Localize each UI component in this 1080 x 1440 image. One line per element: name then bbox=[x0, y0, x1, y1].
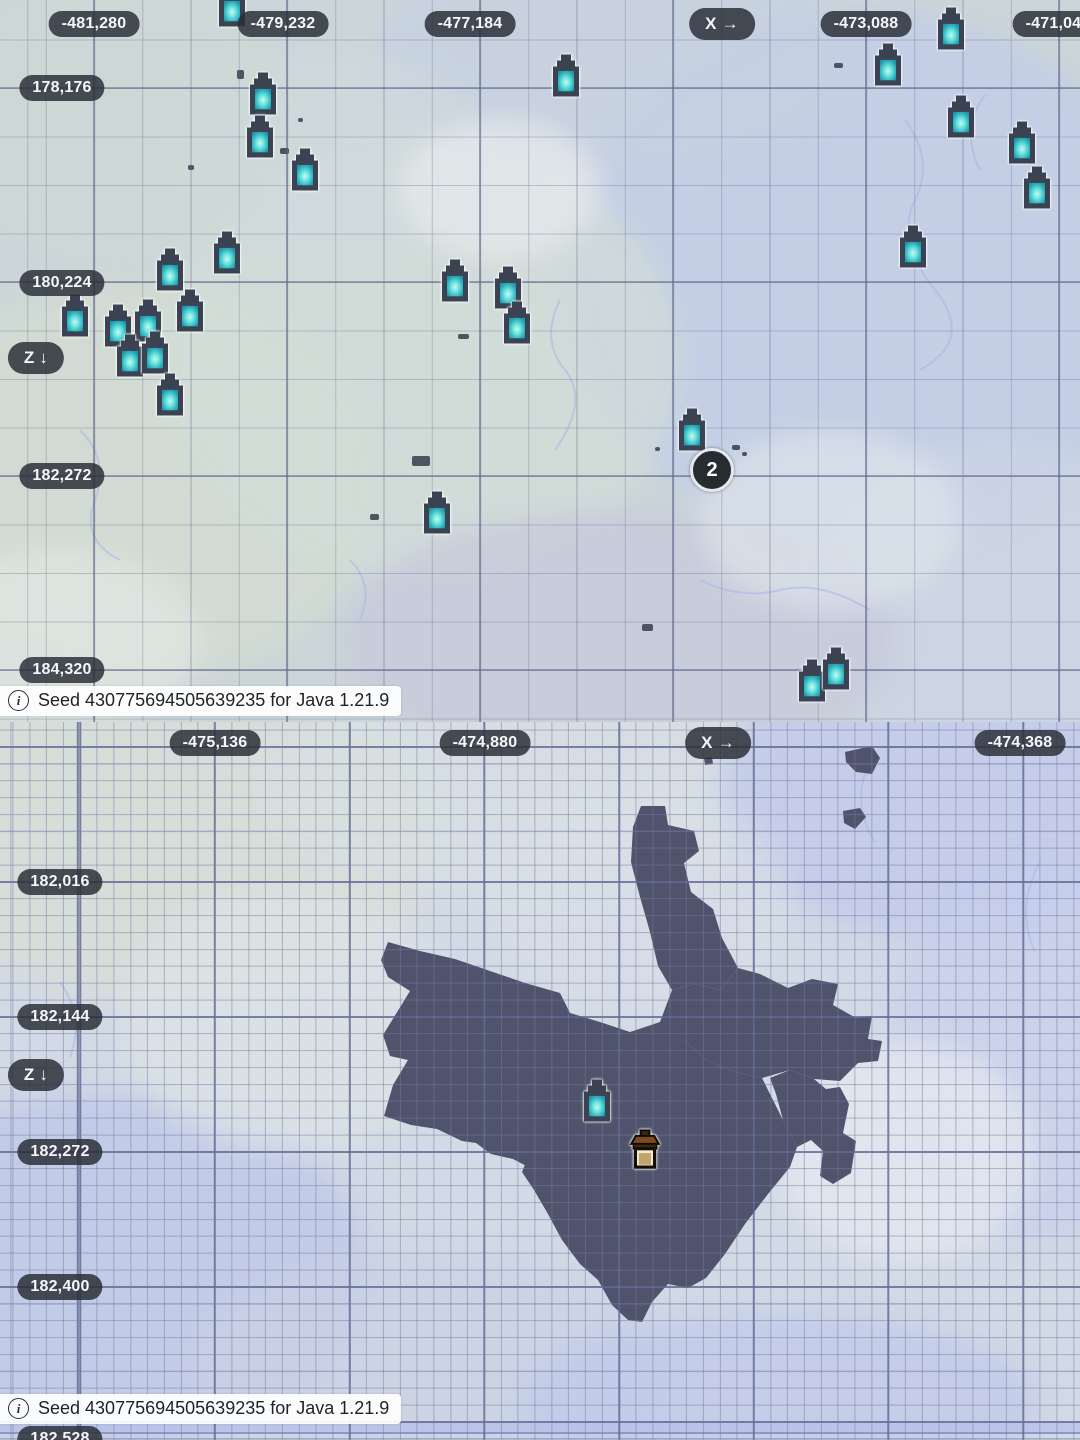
z-coordinate-label: 182,400 bbox=[17, 1274, 102, 1300]
x-coordinate-label: -481,280 bbox=[49, 11, 140, 37]
z-coordinate-label: 182,272 bbox=[17, 1139, 102, 1165]
z-axis-direction-pill: Z ↓ bbox=[8, 342, 64, 374]
x-coordinate-label: -471,040 bbox=[1013, 11, 1080, 37]
x-coordinate-label: -479,232 bbox=[238, 11, 329, 37]
x-axis-direction-pill: X → bbox=[689, 8, 755, 40]
z-coordinate-label: 184,320 bbox=[19, 657, 104, 683]
seed-info-bar: i Seed 430775694505639235 for Java 1.21.… bbox=[0, 1394, 401, 1424]
seed-info-bar: i Seed 430775694505639235 for Java 1.21.… bbox=[0, 686, 401, 716]
z-coordinate-label: 180,224 bbox=[19, 270, 104, 296]
seed-info-text: Seed 430775694505639235 for Java 1.21.9 bbox=[38, 690, 389, 711]
z-coordinate-label: 178,176 bbox=[19, 75, 104, 101]
seed-map-app: 2 -481,280-479,232-477,184-473,088-471,0… bbox=[0, 0, 1080, 1440]
x-coordinate-label: -477,184 bbox=[425, 11, 516, 37]
x-coordinate-label: -474,368 bbox=[975, 730, 1066, 756]
info-icon[interactable]: i bbox=[8, 1398, 29, 1419]
coordinate-labels-layer: -481,280 -479,232 -477,184 -473,088 -471,040… bbox=[0, 0, 1080, 722]
map-detail-panel[interactable]: -475,136 -474,880 -474,368 182,016 182,144 18… bbox=[0, 722, 1080, 1440]
coordinate-labels-layer: -475,136 -474,880 -474,368 182,016 182,144 18… bbox=[0, 722, 1080, 1440]
x-coordinate-label: -473,088 bbox=[821, 11, 912, 37]
x-coordinate-label: -474,880 bbox=[440, 730, 531, 756]
z-coordinate-label: 182,016 bbox=[17, 869, 102, 895]
z-axis-direction-pill: Z ↓ bbox=[8, 1059, 64, 1091]
z-coordinate-label: 182,272 bbox=[19, 463, 104, 489]
z-coordinate-label: 182,528 bbox=[17, 1426, 102, 1440]
seed-info-text: Seed 430775694505639235 for Java 1.21.9 bbox=[38, 1398, 389, 1419]
x-coordinate-label: -475,136 bbox=[170, 730, 261, 756]
info-icon[interactable]: i bbox=[8, 690, 29, 711]
z-coordinate-label: 182,144 bbox=[17, 1004, 102, 1030]
map-overview-panel[interactable]: 2 -481,280-479,232-477,184-473,088-471,0… bbox=[0, 0, 1080, 722]
x-axis-direction-pill: X → bbox=[685, 727, 751, 759]
